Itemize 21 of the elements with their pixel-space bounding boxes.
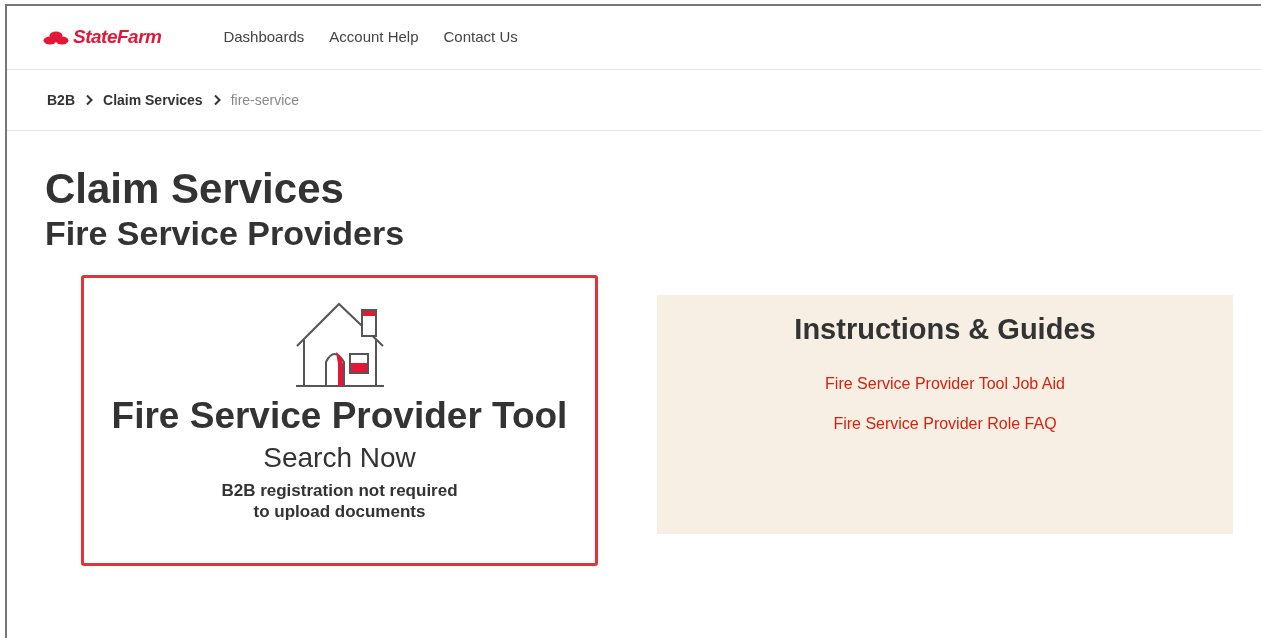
registration-note: to upload documents — [253, 501, 426, 522]
page-subtitle: Fire Service Providers — [45, 213, 406, 253]
registration-note: B2B registration not required — [221, 480, 458, 501]
tool-card[interactable]: Fire Service Provider Tool Search Now B2B registration not required to upload documents — [81, 275, 598, 566]
breadcrumb-link[interactable]: Claim Services — [103, 89, 203, 111]
tool-title: Fire Service Provider Tool — [111, 394, 568, 438]
breadcrumb-link[interactable]: B2B — [47, 89, 75, 111]
nav-link[interactable]: Account Help — [329, 26, 419, 49]
search-now-label: Search Now — [263, 441, 416, 475]
chevron-icon — [85, 94, 93, 106]
breadcrumb-link[interactable]: fire-service — [230, 89, 300, 111]
logo[interactable]: StateFarm — [43, 23, 162, 52]
house-icon — [293, 300, 386, 390]
nav-link[interactable]: Contact Us — [443, 26, 518, 49]
page-title: Claim Services — [45, 165, 345, 213]
guide-link[interactable]: Fire Service Provider Role FAQ — [833, 413, 1057, 435]
guide-link[interactable]: Fire Service Provider Tool Job Aid — [825, 373, 1065, 395]
chevron-icon — [212, 94, 221, 106]
nav-link[interactable]: Dashboards — [223, 26, 305, 49]
ovals-icon — [43, 30, 69, 45]
guides-title: Instructions & Guides — [794, 312, 1096, 347]
